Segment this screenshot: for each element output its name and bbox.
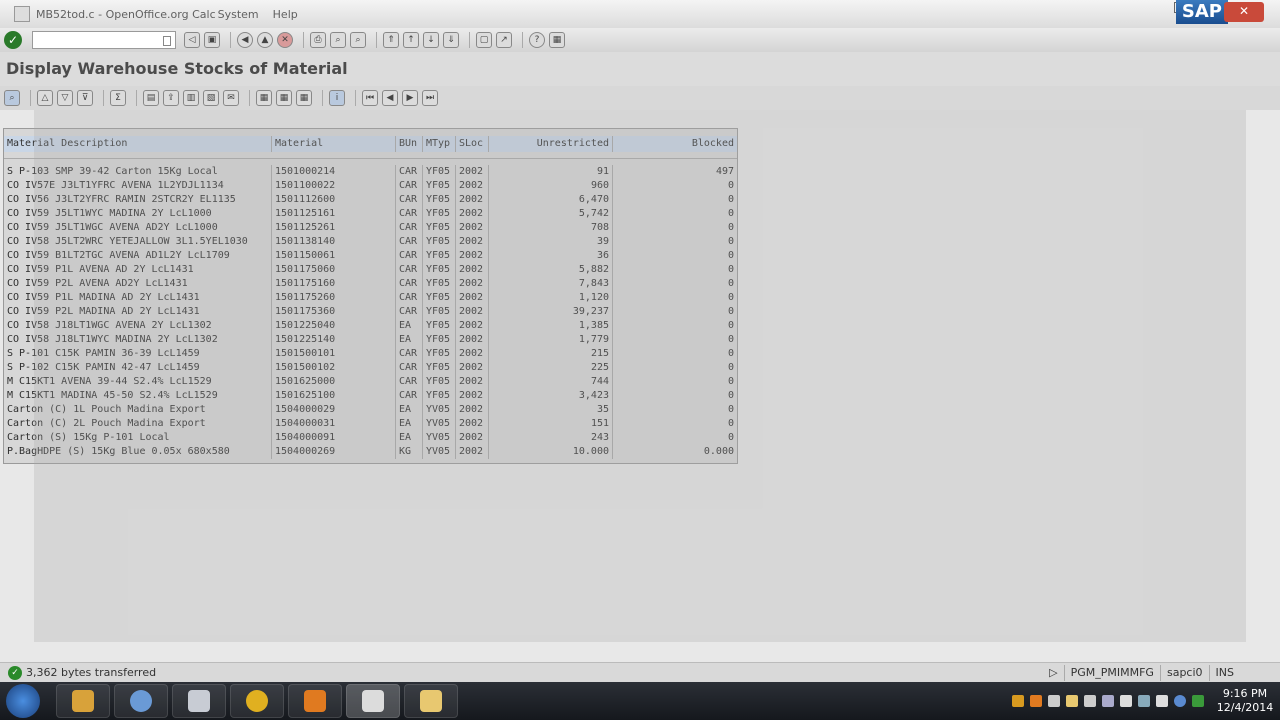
- application-toolbar: ⌕ △ ▽ ⊽ Σ ▤ ⇪ ▥ ▧ ✉ ▦ ▦ ▦ i ⏮ ◀ ▶ ⏭: [0, 86, 1280, 110]
- tray-warning-icon[interactable]: [1012, 695, 1024, 707]
- last-record-icon[interactable]: ⏭: [422, 90, 438, 106]
- save-icon[interactable]: ▣: [204, 32, 220, 48]
- tray-window-icon[interactable]: [1048, 695, 1060, 707]
- status-info: ▷ PGM_PMIMMFG sapci0 INS: [1043, 665, 1240, 681]
- close-button[interactable]: ✕: [1224, 2, 1264, 22]
- find-next-icon[interactable]: ⌕: [350, 32, 366, 48]
- windows-taskbar: 9:16 PM 12/4/2014: [0, 682, 1280, 720]
- tray-network-icon[interactable]: [1138, 695, 1150, 707]
- exit-icon[interactable]: ▲: [257, 32, 273, 48]
- toolbar-separator: [30, 90, 31, 106]
- toolbar-separator: [303, 32, 304, 48]
- warning-triangle-icon: [246, 690, 268, 712]
- filter-icon[interactable]: ⊽: [77, 90, 93, 106]
- action-center-flag-icon[interactable]: [1156, 695, 1168, 707]
- toolbar-separator: [355, 90, 356, 106]
- taskbar-app-calc[interactable]: [346, 684, 400, 718]
- local-file-icon[interactable]: ▧: [203, 90, 219, 106]
- print-icon[interactable]: ⎙: [310, 32, 326, 48]
- status-bar: ✓ 3,362 bytes transferred ▷ PGM_PMIMMFG …: [0, 662, 1280, 682]
- next-record-icon[interactable]: ▶: [402, 90, 418, 106]
- sap-logo: SAP: [1175, 0, 1228, 24]
- status-server: sapci0: [1159, 665, 1209, 681]
- screen-title-bar: Display Warehouse Stocks of Material: [0, 52, 1280, 86]
- tray-media-icon[interactable]: [1102, 695, 1114, 707]
- clock-time: 9:16 PM: [1222, 687, 1268, 700]
- layout-menu-icon[interactable]: ▦: [549, 32, 565, 48]
- save-layout-icon[interactable]: ▦: [296, 90, 312, 106]
- previous-page-icon[interactable]: ↑: [403, 32, 419, 48]
- folder-icon: [420, 690, 442, 712]
- tray-display-icon[interactable]: [1084, 695, 1096, 707]
- export-icon[interactable]: ⇪: [163, 90, 179, 106]
- status-expand-icon[interactable]: ▷: [1043, 665, 1063, 681]
- window-system-icon[interactable]: [14, 6, 30, 22]
- taskbar-app-warning[interactable]: [230, 684, 284, 718]
- toolbar-separator: [249, 90, 250, 106]
- menu-bar: MB52tod.c - OpenOffice.org Calc System H…: [0, 0, 1280, 28]
- find-icon[interactable]: ⌕: [330, 32, 346, 48]
- sort-descending-icon[interactable]: ▽: [57, 90, 73, 106]
- taskbar-app-calculator[interactable]: [172, 684, 226, 718]
- success-check-icon: ✓: [8, 665, 22, 680]
- start-button[interactable]: [6, 684, 40, 718]
- print-preview-icon[interactable]: ▤: [143, 90, 159, 106]
- change-layout-icon[interactable]: ▦: [256, 90, 272, 106]
- select-layout-icon[interactable]: ▦: [276, 90, 292, 106]
- taskbar-app-explorer[interactable]: [56, 684, 110, 718]
- vlc-cone-icon: [304, 690, 326, 712]
- cancel-icon[interactable]: ✕: [277, 32, 293, 48]
- first-record-icon[interactable]: ⏮: [362, 90, 378, 106]
- back-arrow-icon[interactable]: ◁: [184, 32, 200, 48]
- toolbar-separator: [469, 32, 470, 48]
- tray-triangle-icon[interactable]: [1192, 695, 1204, 707]
- first-page-icon[interactable]: ⇑: [383, 32, 399, 48]
- outlook-icon: [130, 690, 152, 712]
- toolbar-separator: [376, 32, 377, 48]
- menu-item-help[interactable]: Help: [273, 8, 298, 21]
- previous-record-icon[interactable]: ◀: [382, 90, 398, 106]
- status-mode: INS: [1208, 665, 1240, 681]
- taskbar-clock[interactable]: 9:16 PM 12/4/2014: [1210, 687, 1280, 715]
- taskbar-app-outlook[interactable]: [114, 684, 168, 718]
- page-title: Display Warehouse Stocks of Material: [6, 59, 348, 78]
- taskbar-app-folder[interactable]: [404, 684, 458, 718]
- spreadsheet-icon: [362, 690, 384, 712]
- shortcut-icon[interactable]: ↗: [496, 32, 512, 48]
- toolbar-separator: [322, 90, 323, 106]
- toolbar-separator: [136, 90, 137, 106]
- calculator-icon: [188, 690, 210, 712]
- tray-globe-icon[interactable]: [1174, 695, 1186, 707]
- status-message: 3,362 bytes transferred: [26, 666, 157, 679]
- taskbar-app-vlc[interactable]: [288, 684, 342, 718]
- next-page-icon[interactable]: ↓: [423, 32, 439, 48]
- toolbar-separator: [103, 90, 104, 106]
- help-icon[interactable]: ?: [529, 32, 545, 48]
- enter-check-icon[interactable]: ✓: [4, 31, 22, 49]
- new-session-icon[interactable]: ▢: [476, 32, 492, 48]
- tray-folder-icon[interactable]: [1066, 695, 1078, 707]
- status-program: PGM_PMIMMFG: [1063, 665, 1160, 681]
- screen-overlay: [34, 110, 1246, 642]
- sum-icon[interactable]: Σ: [110, 90, 126, 106]
- clock-date: 12/4/2014: [1216, 701, 1274, 714]
- details-icon[interactable]: ⌕: [4, 90, 20, 106]
- info-icon[interactable]: i: [329, 90, 345, 106]
- toolbar-separator: [522, 32, 523, 48]
- sort-ascending-icon[interactable]: △: [37, 90, 53, 106]
- back-icon[interactable]: ◀: [237, 32, 253, 48]
- window-title-overlay: MB52tod.c - OpenOffice.org Calc: [36, 7, 216, 21]
- standard-toolbar: ✓ ◁ ▣ ◀ ▲ ✕ ⎙ ⌕ ⌕ ⇑ ↑ ↓ ⇓ ▢ ↗ ? ▦: [0, 28, 1280, 52]
- word-processing-icon[interactable]: ▥: [183, 90, 199, 106]
- volume-icon[interactable]: [1120, 695, 1132, 707]
- explorer-icon: [72, 690, 94, 712]
- toolbar-separator: [230, 32, 231, 48]
- last-page-icon[interactable]: ⇓: [443, 32, 459, 48]
- system-tray: 9:16 PM 12/4/2014: [1012, 682, 1280, 720]
- tray-app-icon[interactable]: [1030, 695, 1042, 707]
- send-icon[interactable]: ✉: [223, 90, 239, 106]
- menu-item-system[interactable]: System: [218, 8, 259, 21]
- command-field[interactable]: [32, 31, 176, 49]
